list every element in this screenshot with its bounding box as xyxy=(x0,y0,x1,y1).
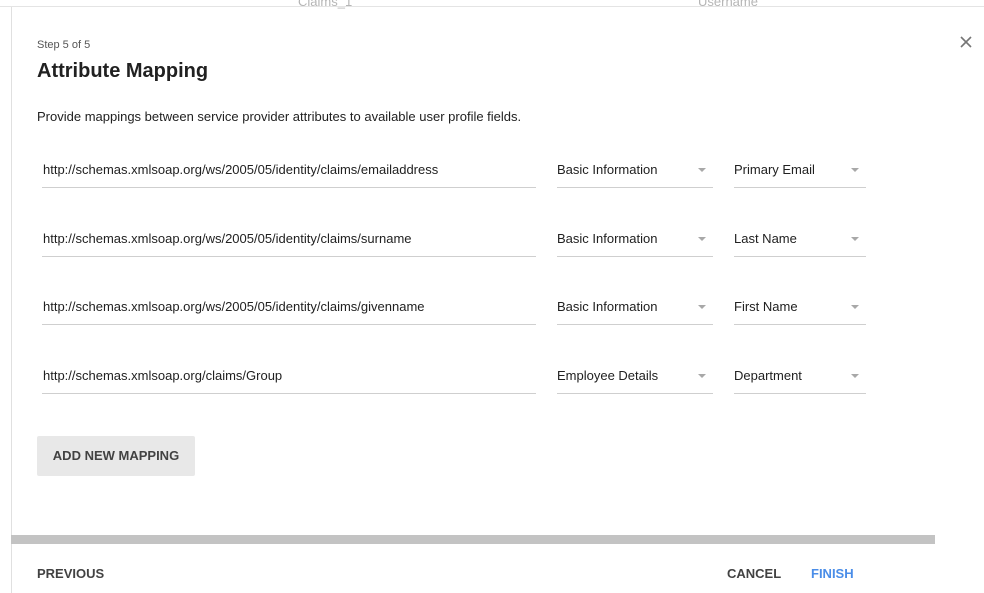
mapping-row: http://schemas.xmlsoap.org/claims/Group … xyxy=(0,364,984,398)
chevron-down-icon xyxy=(851,305,859,309)
previous-button[interactable]: PREVIOUS xyxy=(37,566,104,581)
profile-field-select-value: Primary Email xyxy=(734,162,815,177)
chevron-down-icon xyxy=(851,237,859,241)
profile-field-select[interactable]: First Name xyxy=(734,295,866,325)
category-select[interactable]: Basic Information xyxy=(557,227,713,257)
mapping-row: http://schemas.xmlsoap.org/ws/2005/05/id… xyxy=(0,295,984,329)
category-select[interactable]: Basic Information xyxy=(557,158,713,188)
background-column-label: Claims_1 xyxy=(298,0,353,9)
attribute-input[interactable]: http://schemas.xmlsoap.org/claims/Group xyxy=(42,364,536,394)
mapping-row: http://schemas.xmlsoap.org/ws/2005/05/id… xyxy=(0,227,984,261)
profile-field-select-value: First Name xyxy=(734,299,798,314)
dialog-description: Provide mappings between service provide… xyxy=(37,109,522,124)
add-new-mapping-button[interactable]: ADD NEW MAPPING xyxy=(37,436,195,476)
mapping-row: http://schemas.xmlsoap.org/ws/2005/05/id… xyxy=(0,158,984,192)
profile-field-select-value: Last Name xyxy=(734,231,797,246)
chevron-down-icon xyxy=(698,305,706,309)
chevron-down-icon xyxy=(698,168,706,172)
close-icon[interactable] xyxy=(958,34,974,50)
attribute-input[interactable]: http://schemas.xmlsoap.org/ws/2005/05/id… xyxy=(42,227,536,257)
profile-field-select[interactable]: Primary Email xyxy=(734,158,866,188)
chevron-down-icon xyxy=(851,168,859,172)
category-select[interactable]: Employee Details xyxy=(557,364,713,394)
attribute-input[interactable]: http://schemas.xmlsoap.org/ws/2005/05/id… xyxy=(42,295,536,325)
category-select-value: Basic Information xyxy=(557,299,658,314)
profile-field-select[interactable]: Department xyxy=(734,364,866,394)
step-indicator: Step 5 of 5 xyxy=(37,39,91,51)
footer-divider xyxy=(11,535,935,544)
category-select-value: Basic Information xyxy=(557,231,658,246)
cancel-button[interactable]: CANCEL xyxy=(727,566,781,581)
dialog-title: Attribute Mapping xyxy=(37,60,209,82)
category-select-value: Employee Details xyxy=(557,368,659,383)
category-select-value: Basic Information xyxy=(557,162,658,177)
finish-button[interactable]: FINISH xyxy=(811,566,854,581)
dialog-top-edge xyxy=(0,6,984,7)
profile-field-select[interactable]: Last Name xyxy=(734,227,866,257)
background-column-label: Username xyxy=(698,0,758,9)
attribute-input[interactable]: http://schemas.xmlsoap.org/ws/2005/05/id… xyxy=(42,158,536,188)
chevron-down-icon xyxy=(698,237,706,241)
chevron-down-icon xyxy=(851,374,859,378)
category-select[interactable]: Basic Information xyxy=(557,295,713,325)
chevron-down-icon xyxy=(698,374,706,378)
profile-field-select-value: Department xyxy=(734,368,802,383)
